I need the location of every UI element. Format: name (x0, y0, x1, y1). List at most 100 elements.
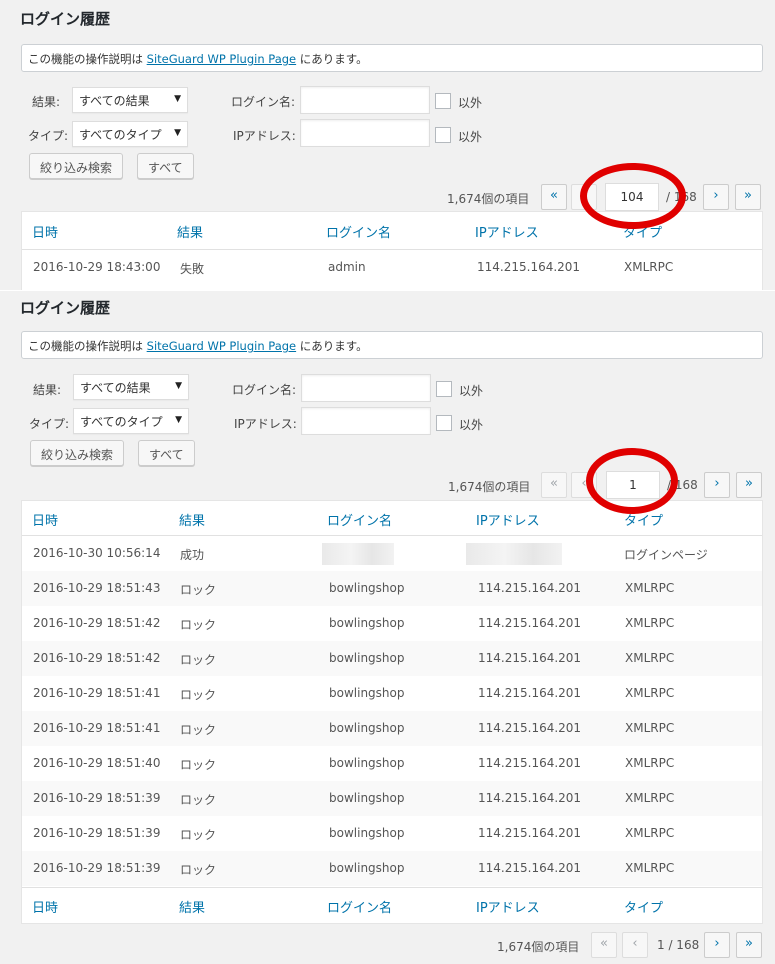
cell-result: ロック (180, 618, 217, 632)
login-history-table: 日時 結果 ログイン名 IPアドレス タイプ 2016-10-30 10:56:… (21, 500, 763, 924)
cell-result: ロック (180, 583, 217, 597)
login-name-exclude-checkbox[interactable] (436, 381, 452, 397)
cell-result: ロック (180, 653, 217, 667)
cell-type: XMLRPC (625, 756, 675, 770)
ip-address-input[interactable] (301, 407, 431, 435)
dropdown-arrow-icon: ▼ (175, 381, 182, 391)
cell-type: XMLRPC (625, 581, 675, 595)
cell-type: XMLRPC (625, 861, 675, 875)
result-filter-label: 結果: (33, 383, 62, 397)
type-filter-label: タイプ: (28, 129, 69, 143)
cell-ip: 114.215.164.201 (478, 616, 582, 630)
cell-ip: 114.215.164.201 (478, 721, 582, 735)
table-row: 2016-10-29 18:51:41 ロック bowlingshop 114.… (22, 676, 762, 711)
ip-exclude-checkbox[interactable] (436, 415, 452, 431)
siteguard-plugin-page-link[interactable]: SiteGuard WP Plugin Page (147, 339, 296, 353)
column-footer-date[interactable]: 日時 (32, 897, 58, 916)
cell-date: 2016-10-29 18:51:42 (33, 616, 161, 630)
column-header-result[interactable]: 結果 (177, 222, 203, 241)
first-page-button-bottom[interactable]: « (591, 932, 617, 958)
help-notice: この機能の操作説明は SiteGuard WP Plugin Page にありま… (21, 44, 763, 72)
column-header-ip[interactable]: IPアドレス (476, 510, 540, 529)
ip-filter-label: IPアドレス: (234, 417, 297, 431)
cell-date: 2016-10-29 18:51:41 (33, 721, 161, 735)
cell-result: ロック (180, 688, 217, 702)
column-header-result[interactable]: 結果 (179, 510, 205, 529)
login-history-panel-1: ログイン履歴 この機能の操作説明は SiteGuard WP Plugin Pa… (0, 0, 775, 290)
cell-login: bowlingshop (329, 616, 405, 630)
column-header-login[interactable]: ログイン名 (326, 222, 391, 241)
first-page-button[interactable]: « (541, 184, 567, 210)
table-row: 2016-10-29 18:51:39 ロック bowlingshop 114.… (22, 781, 762, 816)
prev-page-button-bottom[interactable]: ‹ (622, 932, 648, 958)
result-filter-label: 結果: (32, 95, 61, 109)
highlight-circle (580, 163, 686, 229)
cell-date: 2016-10-29 18:43:00 (33, 260, 161, 274)
page-title: ログイン履歴 (20, 299, 111, 317)
cell-result: 失敗 (180, 262, 205, 276)
filter-search-button[interactable]: 絞り込み検索 (30, 440, 125, 466)
login-history-panel-2: ログイン履歴 この機能の操作説明は SiteGuard WP Plugin Pa… (0, 290, 775, 964)
column-header-login[interactable]: ログイン名 (327, 510, 392, 529)
login-name-exclude-label: 以外 (459, 384, 484, 398)
table-row: 2016-10-29 18:51:39 ロック bowlingshop 114.… (22, 851, 762, 886)
column-footer-login[interactable]: ログイン名 (327, 897, 392, 916)
login-name-filter-label: ログイン名: (232, 383, 297, 397)
cell-login: bowlingshop (329, 651, 405, 665)
ip-address-input[interactable] (300, 119, 430, 147)
table-row: 2016-10-30 10:56:14 成功 ログインページ (22, 536, 762, 571)
next-page-button-bottom[interactable]: › (704, 932, 730, 958)
column-header-date[interactable]: 日時 (32, 222, 58, 241)
dropdown-arrow-icon: ▼ (174, 128, 181, 138)
type-filter-select[interactable]: すべてのタイプ ▼ (73, 408, 189, 434)
result-filter-value: すべての結果 (80, 381, 151, 395)
cell-result: ロック (180, 758, 217, 772)
cell-result: ロック (180, 723, 217, 737)
column-header-date[interactable]: 日時 (32, 510, 58, 529)
cell-ip: 114.215.164.201 (478, 651, 582, 665)
login-name-input[interactable] (300, 86, 430, 114)
first-page-button[interactable]: « (541, 472, 567, 498)
cell-login: bowlingshop (329, 826, 405, 840)
footer-divider (22, 887, 762, 888)
column-header-ip[interactable]: IPアドレス (475, 222, 539, 241)
notice-text-after: にあります。 (299, 52, 368, 66)
next-page-button[interactable]: › (704, 472, 730, 498)
last-page-button[interactable]: » (735, 184, 761, 210)
type-filter-value: すべてのタイプ (80, 415, 163, 429)
table-row: 2016-10-29 18:51:43 ロック bowlingshop 114.… (22, 571, 762, 606)
cell-login: bowlingshop (329, 581, 405, 595)
type-filter-label: タイプ: (29, 417, 70, 431)
table-row: 2016-10-29 18:51:42 ロック bowlingshop 114.… (22, 606, 762, 641)
cell-login: bowlingshop (329, 721, 405, 735)
next-page-button[interactable]: › (703, 184, 729, 210)
cell-result: ロック (180, 863, 217, 877)
show-all-button[interactable]: すべて (137, 153, 194, 179)
type-filter-value: すべてのタイプ (79, 128, 162, 142)
cell-ip: 114.215.164.201 (478, 826, 582, 840)
cell-type: XMLRPC (625, 791, 675, 805)
show-all-button[interactable]: すべて (138, 440, 195, 466)
type-filter-select[interactable]: すべてのタイプ ▼ (72, 121, 188, 147)
column-footer-result[interactable]: 結果 (179, 897, 205, 916)
last-page-button-bottom[interactable]: » (736, 932, 762, 958)
login-name-input[interactable] (301, 374, 431, 402)
last-page-button[interactable]: » (736, 472, 762, 498)
result-filter-select[interactable]: すべての結果 ▼ (72, 87, 188, 113)
cell-ip: 114.215.164.201 (478, 581, 582, 595)
table-row: 2016-10-29 18:51:39 ロック bowlingshop 114.… (22, 816, 762, 851)
login-name-exclude-checkbox[interactable] (435, 93, 451, 109)
result-filter-select[interactable]: すべての結果 ▼ (73, 374, 189, 400)
ip-exclude-checkbox[interactable] (435, 127, 451, 143)
ip-filter-label: IPアドレス: (233, 129, 296, 143)
cell-date: 2016-10-29 18:51:40 (33, 756, 161, 770)
login-name-filter-label: ログイン名: (231, 95, 296, 109)
column-footer-type[interactable]: タイプ (624, 897, 663, 916)
siteguard-plugin-page-link[interactable]: SiteGuard WP Plugin Page (147, 52, 296, 66)
cell-type: XMLRPC (625, 616, 675, 630)
login-name-exclude-label: 以外 (458, 96, 483, 110)
filter-search-button[interactable]: 絞り込み検索 (29, 153, 124, 179)
column-footer-ip[interactable]: IPアドレス (476, 897, 540, 916)
cell-type: XMLRPC (625, 721, 675, 735)
redacted-login-name (322, 543, 394, 565)
